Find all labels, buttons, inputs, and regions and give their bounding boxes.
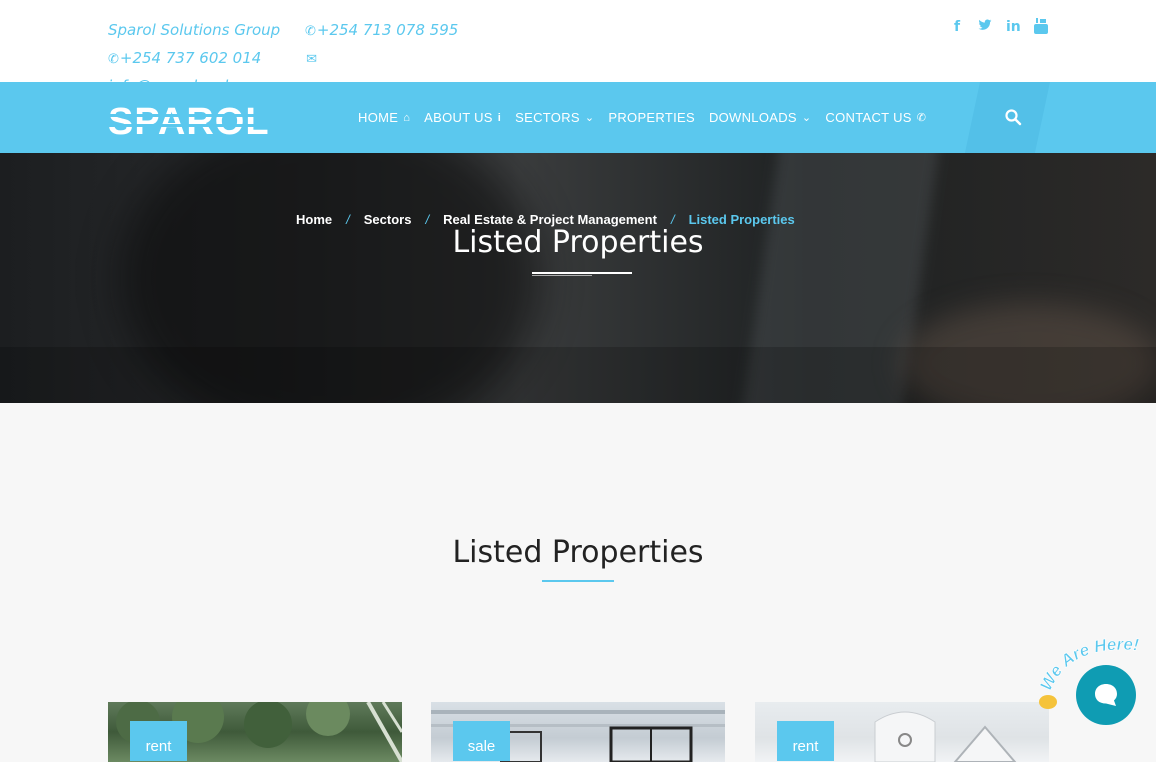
nav-properties-label: PROPERTIES <box>608 110 695 125</box>
nav-sectors[interactable]: SECTORS ⌄ <box>515 110 594 125</box>
phone-1-text: +254 713 078 595 <box>316 21 459 39</box>
chat-button[interactable] <box>1076 665 1136 725</box>
phone-1[interactable]: ✆+254 713 078 595 <box>305 21 478 39</box>
twitter-icon[interactable] <box>978 18 992 36</box>
breadcrumb-separator: / <box>346 212 350 227</box>
property-badge: rent <box>777 721 834 761</box>
title-underline-secondary <box>532 275 592 276</box>
breadcrumb-separator: / <box>425 212 430 227</box>
breadcrumb: Home / Sectors / Real Estate & Project M… <box>296 212 795 227</box>
nav-home-label: HOME <box>358 110 399 125</box>
breadcrumb-sectors[interactable]: Sectors <box>364 212 412 227</box>
nav-properties[interactable]: PROPERTIES <box>608 110 695 125</box>
property-badge: rent <box>130 721 187 761</box>
chat-bubble-icon <box>1095 684 1117 706</box>
social-links: f in <box>950 18 1048 36</box>
breadcrumb-home[interactable]: Home <box>296 212 332 227</box>
logo-text: SPAROL <box>108 104 270 140</box>
nav-contact-label: CONTACT US <box>825 110 912 125</box>
title-underline <box>532 272 632 274</box>
chevron-down-icon: ⌄ <box>801 112 812 124</box>
home-icon: ⌂ <box>403 111 411 124</box>
phone-icon: ✆ <box>304 24 316 39</box>
search-icon[interactable] <box>1004 108 1022 126</box>
property-card[interactable]: rent <box>108 702 402 762</box>
breadcrumb-bar <box>0 347 1156 403</box>
page-title: Listed Properties <box>452 225 704 260</box>
phone-2-text: +254 737 602 014 <box>119 49 262 67</box>
email-icon[interactable]: ✉ <box>306 52 317 67</box>
property-card[interactable]: sale <box>431 702 725 762</box>
info-icon: i <box>497 111 502 124</box>
company-name: Sparol Solutions Group <box>108 21 281 39</box>
breadcrumb-separator: / <box>670 212 675 227</box>
breadcrumb-current: Listed Properties <box>688 212 795 227</box>
phone-icon: ✆ <box>108 52 119 67</box>
facebook-icon[interactable]: f <box>950 18 964 36</box>
nav-downloads-label: DOWNLOADS <box>708 110 797 125</box>
nav-contact-us[interactable]: CONTACT US ✆ <box>825 110 926 125</box>
nav-downloads[interactable]: DOWNLOADS ⌄ <box>709 110 811 125</box>
main-navbar: SPAROL HOME ⌂ ABOUT US i SECTORS ⌄ PROPE… <box>0 82 1156 153</box>
hero-banner: Listed Properties <box>0 153 1156 403</box>
nav-about-us[interactable]: ABOUT US i <box>424 110 501 125</box>
section-underline <box>542 580 614 582</box>
sparol-logo[interactable]: SPAROL <box>108 104 304 140</box>
youtube-icon[interactable] <box>1034 18 1048 36</box>
nav-home[interactable]: HOME ⌂ <box>358 110 410 125</box>
section-title: Listed Properties <box>452 535 704 570</box>
wave-hand-icon <box>1039 695 1057 709</box>
nav-about-label: ABOUT US <box>424 110 493 125</box>
linkedin-icon[interactable]: in <box>1006 18 1021 36</box>
phone-icon: ✆ <box>916 112 927 124</box>
main-nav: HOME ⌂ ABOUT US i SECTORS ⌄ PROPERTIES D… <box>358 82 926 153</box>
phone-2[interactable]: ✆+254 737 602 014 <box>108 49 281 67</box>
nav-sectors-label: SECTORS <box>515 110 580 125</box>
property-badge: sale <box>453 721 510 761</box>
breadcrumb-real-estate[interactable]: Real Estate & Project Management <box>443 212 657 227</box>
property-card[interactable]: rent <box>755 702 1049 762</box>
top-bar: Sparol Solutions Group ✆+254 713 078 595… <box>0 0 1156 95</box>
chevron-down-icon: ⌄ <box>584 112 595 124</box>
